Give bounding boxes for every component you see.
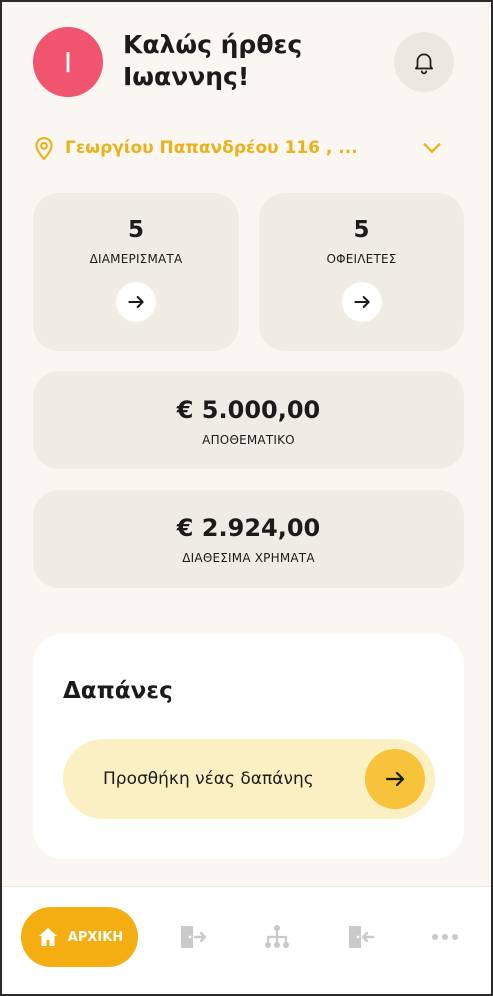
apartments-arrow-button[interactable] <box>116 282 156 322</box>
greeting: Καλώς ήρθες Ιωαννης! <box>123 29 302 93</box>
nav-home-label: ΑΡΧΙΚΗ <box>67 929 124 945</box>
greeting-line-1: Καλώς ήρθες <box>123 30 303 59</box>
nav-home-button[interactable]: ΑΡΧΙΚΗ <box>21 907 138 967</box>
avatar-initial: I <box>63 45 73 79</box>
door-enter-icon[interactable] <box>179 924 207 950</box>
debtors-card: 5 ΟΦΕΙΛΕΤΕΣ <box>259 193 464 351</box>
address-selector[interactable]: Γεωργίου Παπανδρέου 116 , ... <box>31 133 443 163</box>
door-exit-icon[interactable] <box>347 924 375 950</box>
avatar[interactable]: I <box>33 27 103 97</box>
address-text: Γεωργίου Παπανδρέου 116 , ... <box>65 138 358 158</box>
available-amount: € 2.924,00 <box>176 514 321 542</box>
chevron-down-icon[interactable] <box>421 137 443 159</box>
debtors-label: ΟΦΕΙΛΕΤΕΣ <box>326 252 397 266</box>
reserve-card: € 5.000,00 ΑΠΟΘΕΜΑΤΙΚΟ <box>33 371 464 469</box>
arrow-right-icon <box>385 771 405 787</box>
reserve-amount: € 5.000,00 <box>176 396 321 424</box>
available-funds-card: € 2.924,00 ΔΙΑΘΕΣΙΜΑ ΧΡΗΜΑΤΑ <box>33 490 464 588</box>
map-pin-icon <box>35 137 53 160</box>
notifications-button[interactable] <box>394 32 454 92</box>
add-expense-label: Προσθήκη νέας δαπάνης <box>103 769 314 789</box>
expenses-panel: Δαπάνες Προσθήκη νέας δαπάνης <box>33 634 464 859</box>
available-label: ΔΙΑΘΕΣΙΜΑ ΧΡΗΜΑΤΑ <box>182 551 315 565</box>
home-icon <box>38 928 57 946</box>
apartments-count: 5 <box>127 217 144 243</box>
expenses-title: Δαπάνες <box>63 678 173 704</box>
arrow-right-icon <box>128 296 144 308</box>
add-expense-arrow-button[interactable] <box>365 749 425 809</box>
arrow-right-icon <box>353 296 370 308</box>
more-icon[interactable] <box>431 924 459 950</box>
apartments-card: 5 ΔΙΑΜΕΡΙΣΜΑΤΑ <box>33 193 239 351</box>
apartments-label: ΔΙΑΜΕΡΙΣΜΑΤΑ <box>89 252 183 266</box>
debtors-arrow-button[interactable] <box>341 282 382 322</box>
debtors-count: 5 <box>353 217 370 243</box>
add-expense-button[interactable]: Προσθήκη νέας δαπάνης <box>63 739 435 819</box>
reserve-label: ΑΠΟΘΕΜΑΤΙΚΟ <box>202 433 295 447</box>
hierarchy-icon[interactable] <box>263 924 291 950</box>
bottom-navigation: ΑΡΧΙΚΗ <box>2 886 491 994</box>
greeting-line-2: Ιωαννης! <box>123 62 250 91</box>
bell-icon <box>415 53 433 75</box>
app-screen: I Καλώς ήρθες Ιωαννης! Γεωργίου Παπανδρέ… <box>0 0 493 996</box>
